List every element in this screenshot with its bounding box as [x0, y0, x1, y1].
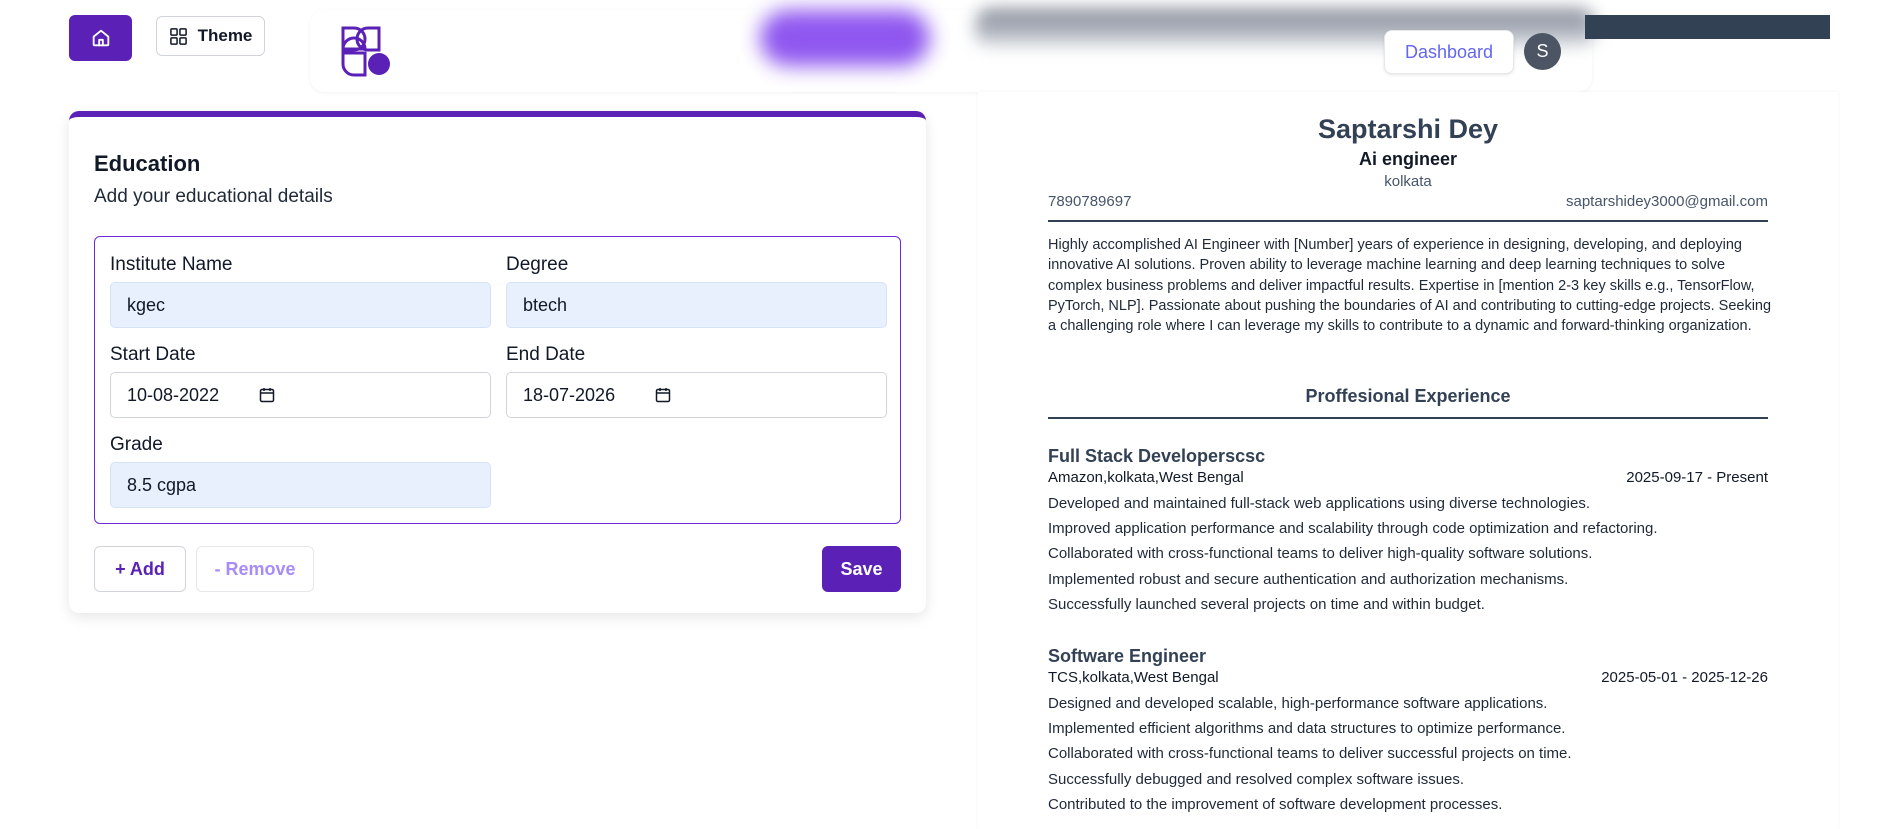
home-icon [92, 29, 109, 47]
institute-value: kgec [127, 294, 166, 315]
education-entry: Institute Name kgec Degree btech Start D… [94, 236, 901, 524]
resume-name: Saptarshi Dey [1317, 114, 1499, 144]
job-bullet: Collaborated with cross-functional teams… [1048, 545, 1593, 563]
job-bullet: Designed and developed scalable, high-pe… [1048, 695, 1548, 712]
institute-label: Institute Name [110, 254, 233, 275]
job-bullet: Implemented robust and secure authentica… [1048, 570, 1569, 588]
degree-input[interactable]: btech [506, 282, 887, 328]
remove-button[interactable]: - Remove [196, 546, 314, 592]
grade-label: Grade [110, 434, 163, 455]
resume-preview: Saptarshi Dey Ai engineer kolkata 789078… [978, 92, 1838, 829]
job-bullets: Designed and developed scalable, high-pe… [1048, 691, 1768, 817]
experience-heading: Proffesional Experience [1305, 386, 1511, 406]
section-divider [1048, 417, 1768, 419]
job-bullet: Collaborated with cross-functional teams… [1048, 745, 1572, 763]
resume-summary: Highly accomplished AI Engineer with [Nu… [1048, 237, 1772, 335]
calendar-icon[interactable] [259, 387, 275, 403]
degree-label: Degree [506, 254, 569, 275]
header-divider [1048, 220, 1768, 222]
blurred-nav-pill [760, 10, 930, 66]
card-subtitle: Add your educational details [94, 186, 333, 207]
institute-input[interactable]: kgec [110, 282, 491, 328]
card-title: Education [94, 151, 201, 176]
start-date-value: 10-08-2022 [127, 384, 220, 405]
education-card: Education Add your educational details I… [69, 111, 926, 613]
end-date-value: 18-07-2026 [523, 384, 616, 405]
job-company: TCS,kolkata,West Bengal [1048, 669, 1219, 686]
calendar-icon[interactable] [655, 387, 671, 403]
job-bullet: Developed and maintained full-stack web … [1048, 495, 1590, 512]
grade-value: 8.5 cgpa [127, 474, 197, 495]
theme-label: Theme [197, 26, 253, 45]
end-date-input[interactable]: 18-07-2026 [506, 372, 887, 418]
grid-icon [169, 27, 187, 45]
resume-top-stripe [1585, 15, 1830, 39]
add-button[interactable]: + Add [94, 546, 186, 592]
logo-icon [341, 26, 390, 77]
save-button[interactable]: Save [822, 546, 901, 592]
job-bullets: Developed and maintained full-stack web … [1048, 491, 1768, 617]
end-date-label: End Date [506, 344, 586, 365]
avatar[interactable]: S [1524, 33, 1561, 70]
resume-phone: 7890789697 [1048, 193, 1132, 210]
resume-location: kolkata [1384, 173, 1432, 190]
job-title: Software Engineer [1048, 646, 1207, 666]
resume-role: Ai engineer [1358, 149, 1458, 169]
degree-value: btech [523, 294, 568, 315]
job-dates: 2025-05-01 - 2025-12-26 [1601, 669, 1768, 686]
job-company: Amazon,kolkata,West Bengal [1048, 469, 1244, 486]
job-bullet: Improved application performance and sca… [1048, 520, 1658, 538]
job-bullet: Successfully debugged and resolved compl… [1048, 770, 1465, 788]
theme-button[interactable]: Theme [156, 16, 265, 56]
grade-input[interactable]: 8.5 cgpa [110, 462, 491, 508]
home-button[interactable] [69, 15, 132, 61]
job-bullet: Contributed to the improvement of softwa… [1048, 795, 1503, 813]
job-bullet: Implemented efficient algorithms and dat… [1048, 720, 1566, 738]
start-date-label: Start Date [110, 344, 196, 365]
job-bullet: Successfully launched several projects o… [1048, 595, 1485, 613]
start-date-input[interactable]: 10-08-2022 [110, 372, 491, 418]
job-dates: 2025-09-17 - Present [1626, 469, 1768, 486]
job-title: Full Stack Developerscsc [1048, 446, 1266, 466]
dashboard-button[interactable]: Dashboard [1384, 30, 1514, 74]
resume-email: saptarshidey3000@gmail.com [1566, 193, 1768, 210]
